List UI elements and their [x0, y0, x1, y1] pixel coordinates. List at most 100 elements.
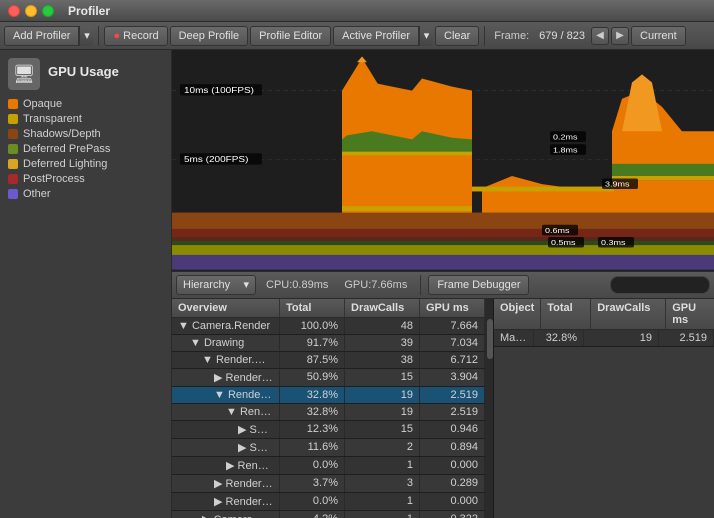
main-content: 🖥 GPU Usage OpaqueTransparentShadows/Dep… — [0, 50, 714, 518]
cell-total: 0.0% — [280, 457, 345, 474]
maximize-button[interactable] — [42, 5, 54, 17]
left-table-header: Overview Total DrawCalls GPU ms — [172, 299, 485, 318]
scrollbar-thumb[interactable] — [487, 319, 493, 359]
hierarchy-dropdown[interactable]: Hierarchy ▾ — [176, 275, 256, 295]
col-object: Object — [494, 299, 541, 329]
cell-total: 3.7% — [280, 475, 345, 492]
table-row[interactable]: ▼ RenderDeferred.Lighting 32.8% 19 2.519 — [172, 387, 485, 404]
separator-3 — [420, 275, 421, 295]
cell-gpums: 0.946 — [420, 421, 485, 438]
prev-frame-button[interactable]: ◀ — [591, 27, 609, 45]
table-row[interactable]: ▶ RenderTexture.SetActive 0.0% 1 0.000 — [172, 457, 485, 475]
cell-drawcalls: 48 — [345, 318, 420, 334]
window-title: Profiler — [68, 4, 110, 18]
cell-drawcalls: 39 — [345, 335, 420, 351]
cell-total: 91.7% — [280, 335, 345, 351]
table-row[interactable]: ▼ Camera.Render 100.0% 48 7.664 — [172, 318, 485, 335]
cell-gpums: 0.322 — [420, 511, 485, 518]
legend-list: OpaqueTransparentShadows/DepthDeferred P… — [8, 98, 163, 200]
table-row[interactable]: ▶ Shadows.CollectShadows 11.6% 2 0.894 — [172, 439, 485, 457]
controls-bar: Hierarchy ▾ CPU:0.89ms GPU:7.66ms Frame … — [172, 271, 714, 299]
svg-text:3.9ms: 3.9ms — [605, 180, 629, 188]
cell-gpums: 2.519 — [420, 387, 485, 403]
legend-item-label: Deferred Lighting — [23, 158, 107, 170]
cell-total: 0.0% — [280, 493, 345, 510]
next-frame-button[interactable]: ▶ — [611, 27, 629, 45]
cell-total: 11.6% — [280, 439, 345, 456]
close-button[interactable] — [8, 5, 20, 17]
cell-name: ▼ Camera.Render — [172, 318, 280, 334]
cell-total: 32.8% — [280, 404, 345, 420]
cell-total: 100.0% — [280, 318, 345, 334]
gpu-icon: 🖥 — [8, 58, 40, 90]
table-row[interactable]: ▶ RenderTexture.SetActive 0.0% 1 0.000 — [172, 493, 485, 511]
separator-1 — [98, 26, 99, 46]
table-row[interactable]: ▶ Shadows.RenderShadowmap 12.3% 15 0.946 — [172, 421, 485, 439]
search-input[interactable] — [610, 276, 710, 294]
legend-item-label: Deferred PrePass — [23, 143, 110, 155]
toolbar: Add Profiler ▾ ● Record Deep Profile Pro… — [0, 22, 714, 50]
cpu-stat: CPU:0.89ms — [266, 279, 328, 291]
minimize-button[interactable] — [25, 5, 37, 17]
cell-total: 12.3% — [280, 421, 345, 438]
cell-total: 32.8% — [280, 387, 345, 403]
cell-drawcalls: 19 — [345, 387, 420, 403]
svg-text:0.6ms: 0.6ms — [545, 227, 569, 235]
legend-item: Deferred Lighting — [8, 158, 163, 170]
table-row[interactable]: ▶ Camera.RenderSkybox 4.2% 1 0.322 — [172, 511, 485, 518]
active-profiler-group[interactable]: Active Profiler ▾ — [333, 26, 433, 46]
col-total: Total — [280, 299, 345, 317]
cell-name: ▼ Drawing — [172, 335, 280, 351]
chart-svg: 10ms (100FPS) 5ms (200FPS) 0.2ms 1.8ms 3… — [172, 50, 714, 270]
legend-item-label: Other — [23, 188, 51, 200]
cell-name: ▶ RenderTexture.SetActive — [172, 457, 280, 474]
cell-total-right: 32.8% — [534, 330, 584, 346]
col-total-right: Total — [541, 299, 591, 329]
cell-name: ▶ RenderTexture.SetActive — [172, 493, 280, 510]
table-row[interactable]: Main Ca 32.8% 19 2.519 — [494, 330, 714, 347]
svg-text:10ms (100FPS): 10ms (100FPS) — [184, 86, 254, 95]
cell-drawcalls: 1 — [345, 511, 420, 518]
cell-gpums: 3.904 — [420, 369, 485, 386]
cell-drawcalls: 19 — [345, 404, 420, 420]
col-gpums: GPU ms — [420, 299, 485, 317]
add-profiler-dropdown[interactable]: ▾ — [79, 26, 93, 46]
legend-item: PostProcess — [8, 173, 163, 185]
separator-2 — [484, 26, 485, 46]
cell-drawcalls-right: 19 — [584, 330, 659, 346]
legend-color-swatch — [8, 99, 18, 109]
active-profiler-dropdown[interactable]: ▾ — [419, 26, 433, 46]
legend-title: GPU Usage — [48, 64, 119, 79]
cell-gpums-right: 2.519 — [659, 330, 714, 346]
svg-text:5ms (200FPS): 5ms (200FPS) — [184, 155, 248, 164]
table-row[interactable]: ▼ RenderDeferred.Light 32.8% 19 2.519 — [172, 404, 485, 421]
scrollbar[interactable] — [486, 299, 494, 518]
col-overview: Overview — [172, 299, 280, 317]
legend-color-swatch — [8, 174, 18, 184]
left-table-body: ▼ Camera.Render 100.0% 48 7.664 ▼ Drawin… — [172, 318, 485, 518]
cell-gpums: 6.712 — [420, 352, 485, 368]
legend-color-swatch — [8, 159, 18, 169]
clear-button[interactable]: Clear — [435, 26, 479, 46]
table-row[interactable]: ▶ RenderDeferred.GBuffer 50.9% 15 3.904 — [172, 369, 485, 387]
cell-name: ▶ RenderDeferred.GBuffer — [172, 369, 280, 386]
cell-name: ▶ Shadows.CollectShadows — [172, 439, 280, 456]
col-drawcalls: DrawCalls — [345, 299, 420, 317]
record-button[interactable]: ● Record — [104, 26, 167, 46]
table-row[interactable]: ▶ RenderDeferred.FinalPass 3.7% 3 0.289 — [172, 475, 485, 493]
frame-debugger-button[interactable]: Frame Debugger — [428, 275, 529, 295]
add-profiler-button[interactable]: Add Profiler — [4, 26, 79, 46]
table-row[interactable]: ▼ Render.OpaqueGeometry 87.5% 38 6.712 — [172, 352, 485, 369]
legend-color-swatch — [8, 189, 18, 199]
current-button[interactable]: Current — [631, 26, 686, 46]
cell-name: ▼ RenderDeferred.Lighting — [172, 387, 280, 403]
active-profiler-button[interactable]: Active Profiler — [333, 26, 419, 46]
add-profiler-group[interactable]: Add Profiler ▾ — [4, 26, 93, 46]
left-table: Overview Total DrawCalls GPU ms ▼ Camera… — [172, 299, 486, 518]
svg-text:0.5ms: 0.5ms — [551, 239, 575, 247]
deep-profile-button[interactable]: Deep Profile — [170, 26, 249, 46]
profile-editor-button[interactable]: Profile Editor — [250, 26, 331, 46]
frame-value: 679 / 823 — [535, 30, 589, 42]
table-row[interactable]: ▼ Drawing 91.7% 39 7.034 — [172, 335, 485, 352]
frame-label: Frame: — [494, 30, 529, 42]
